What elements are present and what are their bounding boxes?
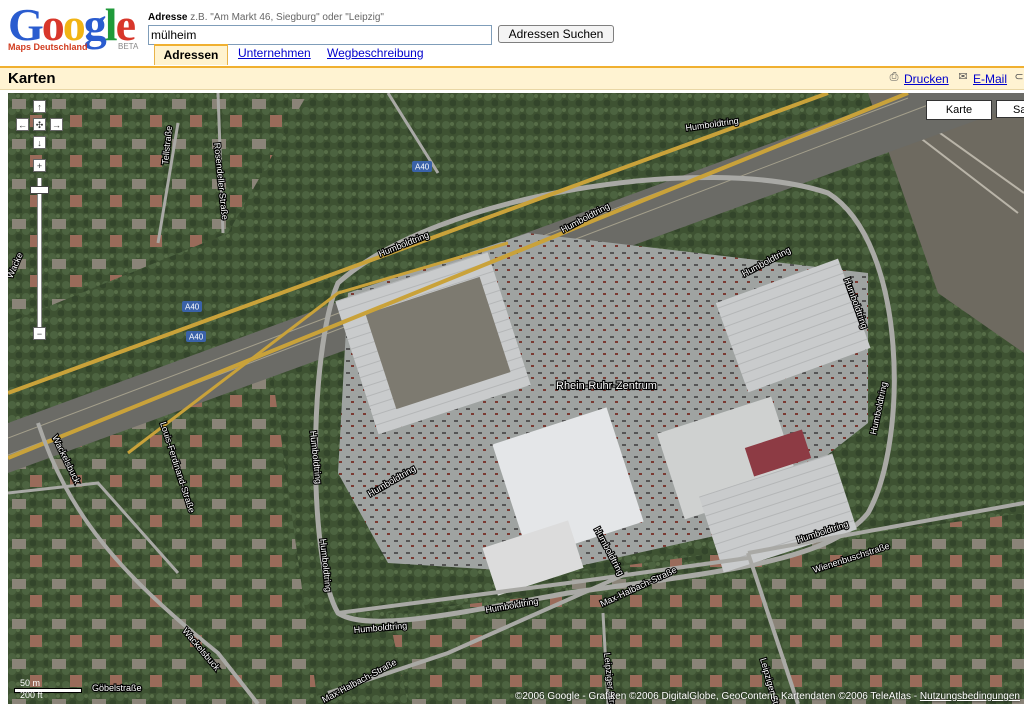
- google-maps-logo[interactable]: Google Maps Deutschland BETA: [8, 2, 142, 58]
- zoom-out-button[interactable]: −: [33, 327, 46, 340]
- header: Google Maps Deutschland BETA Adresse z.B…: [0, 0, 1024, 66]
- map-type-karte-button[interactable]: Karte: [926, 100, 992, 120]
- envelope-icon[interactable]: ✉: [957, 72, 969, 83]
- a40-shield-2: A40: [182, 301, 202, 312]
- address-example: z.B. "Am Markt 46, Siegburg" oder "Leipz…: [190, 12, 384, 23]
- address-search-input[interactable]: [148, 25, 492, 45]
- svg-text:A40: A40: [189, 333, 204, 342]
- pan-left-button[interactable]: ←: [16, 118, 29, 131]
- map-label-rhein-ruhr-zentrum: Rhein-Ruhr-Zentrum: [556, 380, 657, 392]
- zoom-in-button[interactable]: +: [33, 159, 46, 172]
- scale-imperial: 200 ft: [20, 690, 43, 700]
- address-label-row: Adresse z.B. "Am Markt 46, Siegburg" ode…: [148, 12, 384, 23]
- map-type-satellite-button[interactable]: Sa: [996, 100, 1024, 118]
- pan-down-button[interactable]: ↓: [33, 136, 46, 149]
- maps-titlebar: Karten ⎙ Drucken ✉ E-Mail ⊂: [0, 66, 1024, 90]
- email-link[interactable]: E-Mail: [973, 72, 1007, 86]
- pan-up-button[interactable]: ↑: [33, 100, 46, 113]
- search-addresses-button[interactable]: Adressen Suchen: [498, 25, 614, 43]
- scale-metric: 50 m: [20, 678, 41, 688]
- copyright-text: ©2006 Google - Grafiken ©2006 DigitalGlo…: [514, 691, 920, 702]
- page-title: Karten: [8, 70, 56, 87]
- zoom-slider-track: [37, 178, 42, 328]
- link-icon[interactable]: ⊂: [1014, 72, 1024, 83]
- satellite-map[interactable]: Rhein-Ruhr-Zentrum Humboldtring Humboldt…: [8, 93, 1024, 704]
- svg-text:A40: A40: [185, 303, 200, 312]
- terms-link[interactable]: Nutzungsbedingungen: [920, 691, 1020, 702]
- a40-shield-3: A40: [186, 331, 206, 342]
- satellite-imagery: Rhein-Ruhr-Zentrum Humboldtring Humboldt…: [8, 93, 1024, 704]
- zoom-slider-knob[interactable]: [30, 186, 49, 194]
- logo-beta: BETA: [118, 42, 139, 51]
- pan-right-button[interactable]: →: [50, 118, 63, 131]
- center-map-button[interactable]: ✣: [33, 118, 46, 131]
- printer-icon[interactable]: ⎙: [888, 72, 900, 83]
- print-link[interactable]: Drucken: [904, 72, 949, 86]
- zoom-slider[interactable]: [30, 178, 49, 328]
- tab-directions[interactable]: Wegbeschreibung: [327, 44, 424, 63]
- map-scale: 50 m 200 ft: [14, 678, 84, 700]
- logo-subtitle: Maps Deutschland: [8, 42, 88, 52]
- svg-text:A40: A40: [415, 163, 430, 172]
- tab-businesses[interactable]: Unternehmen: [238, 44, 311, 63]
- a40-shield-1: A40: [412, 161, 432, 172]
- tab-addresses[interactable]: Adressen: [154, 44, 228, 65]
- address-label: Adresse: [148, 12, 188, 23]
- map-label-goebelstrasse: Göbelstraße: [92, 683, 142, 693]
- map-copyright: ©2006 Google - Grafiken ©2006 DigitalGlo…: [515, 691, 1020, 702]
